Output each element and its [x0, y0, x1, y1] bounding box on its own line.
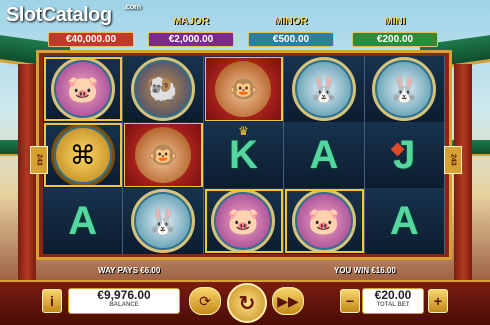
- jackpot-name: MINOR: [274, 16, 308, 27]
- letter-a-icon: A: [68, 198, 98, 243]
- spin-button[interactable]: ↻: [227, 283, 267, 323]
- symbol-monkey: 🐵: [203, 56, 285, 122]
- rabbit-icon: 🐰: [131, 189, 196, 253]
- bet-increase-button[interactable]: +: [428, 289, 448, 313]
- reel-grid: 🐷 🐏 🐵 🐰 🐰 ⌘ 🐵 ♛ K A ◆ J A 🐰 🐷 🐷 A: [43, 56, 445, 254]
- jackpot-name: MAJOR: [172, 16, 210, 27]
- symbol-pig: 🐷: [43, 56, 124, 122]
- ways-badge-left: 243: [30, 146, 48, 174]
- symbol-ram: 🐏: [123, 56, 204, 122]
- way-pays-text: WAY PAYS €6.00: [98, 266, 161, 275]
- jackpot-value: €200.00: [352, 32, 438, 47]
- balance-display: €9,976.00 BALANCE: [68, 288, 180, 314]
- jackpot-value: €500.00: [248, 32, 334, 47]
- gem-icon: ◆: [390, 138, 405, 158]
- balance-label: BALANCE: [109, 302, 139, 308]
- monkey-icon: 🐵: [135, 127, 192, 183]
- symbol-letter-j: ◆ J: [364, 122, 445, 188]
- jackpot-minor: MINOR €500.00: [246, 16, 336, 47]
- symbol-rabbit: 🐰: [123, 188, 204, 254]
- jackpot-value: €2,000.00: [148, 32, 234, 47]
- ram-icon: 🐏: [131, 57, 196, 121]
- symbol-pig: 🐷: [284, 188, 365, 254]
- symbol-letter-a: A: [284, 122, 365, 188]
- pig-icon: 🐷: [291, 189, 356, 253]
- symbol-coin: ⌘: [43, 122, 124, 188]
- total-bet-label: TOTAL BET: [376, 302, 410, 308]
- spin-icon: ↻: [238, 292, 256, 315]
- autoplay-icon: ⟳: [199, 292, 211, 309]
- letter-a-icon: A: [309, 132, 339, 177]
- letter-k-icon: K: [229, 132, 258, 177]
- jackpot-grand: €40,000.00: [46, 18, 136, 47]
- turbo-button[interactable]: ▶▶: [272, 287, 304, 315]
- total-bet-display: €20.00 TOTAL BET: [362, 288, 424, 314]
- bet-decrease-button[interactable]: −: [340, 289, 360, 313]
- symbol-letter-a: A: [43, 188, 124, 254]
- symbol-letter-k: ♛ K: [203, 122, 285, 188]
- pig-icon: 🐷: [50, 57, 115, 121]
- coin-icon: ⌘: [50, 123, 115, 187]
- symbol-rabbit: 🐰: [284, 56, 365, 122]
- turbo-icon: ▶▶: [277, 292, 299, 309]
- ways-badge-right: 243: [444, 146, 462, 174]
- jackpot-name: MINI: [384, 16, 406, 27]
- autoplay-button[interactable]: ⟳: [189, 287, 221, 315]
- symbol-letter-a: A: [364, 188, 445, 254]
- you-win-text: YOU WIN €16.00: [334, 266, 396, 275]
- balance-value: €9,976.00: [97, 288, 151, 302]
- info-button[interactable]: i: [42, 289, 62, 313]
- pig-icon: 🐷: [211, 189, 276, 253]
- total-bet-value: €20.00: [374, 288, 412, 302]
- jackpot-value: €40,000.00: [48, 32, 134, 47]
- jackpot-mini: MINI €200.00: [350, 16, 440, 47]
- crown-icon: ♛: [238, 124, 249, 138]
- symbol-rabbit: 🐰: [364, 56, 445, 122]
- rabbit-icon: 🐰: [291, 57, 356, 121]
- symbol-pig: 🐷: [203, 188, 285, 254]
- jackpot-major: MAJOR €2,000.00: [146, 16, 236, 47]
- symbol-monkey: 🐵: [123, 122, 204, 188]
- rabbit-icon: 🐰: [372, 57, 437, 121]
- letter-a-icon: A: [389, 198, 419, 243]
